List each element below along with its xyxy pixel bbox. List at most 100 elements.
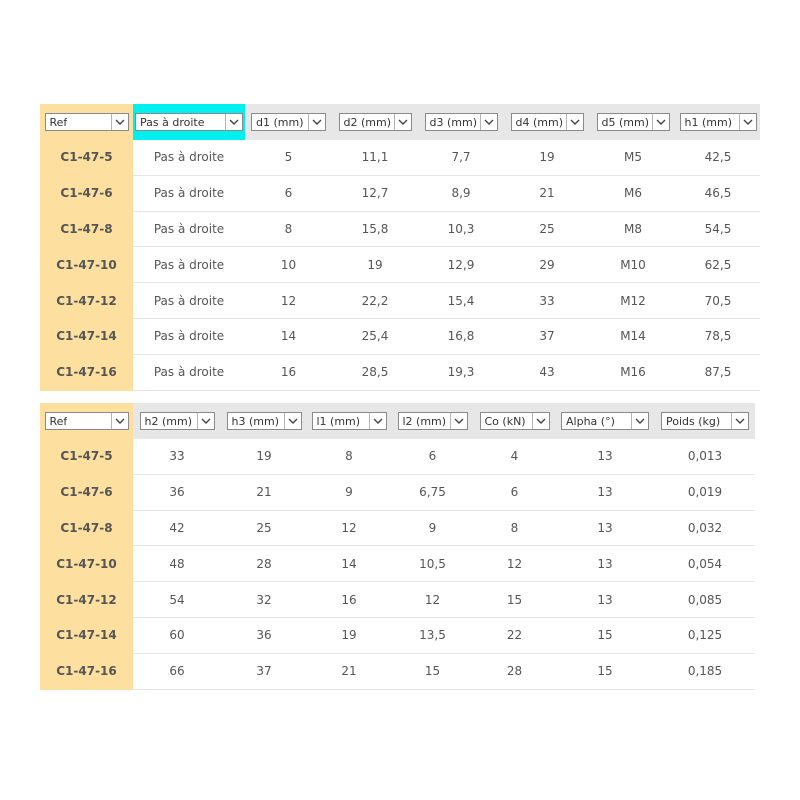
table-cell: 70,5: [704, 293, 732, 308]
column-filter-select[interactable]: Poids (kg): [661, 412, 749, 430]
table-cell: 37: [539, 329, 555, 344]
chevron-down-icon[interactable]: [110, 114, 128, 130]
column-filter-select[interactable]: l1 (mm): [311, 412, 387, 430]
column-filter-select[interactable]: h2 (mm): [139, 412, 215, 430]
header-cell: l1 (mm): [307, 403, 391, 439]
table-cell: M6: [624, 186, 642, 201]
table-cell: 14: [341, 556, 357, 571]
table-cell: Pas à droite: [153, 186, 225, 201]
filter-selected-value: d2 (mm): [343, 115, 392, 129]
filter-selected-value: d4 (mm): [515, 115, 564, 129]
table-cell: Pas à droite: [153, 365, 225, 380]
table-cell: 7,7: [451, 150, 471, 165]
chevron-down-icon[interactable]: [731, 413, 748, 429]
column-filter-select[interactable]: d3 (mm): [424, 113, 498, 131]
chevron-down-icon[interactable]: [565, 114, 583, 130]
column-filter-select[interactable]: l2 (mm): [397, 412, 468, 430]
column-filter-select[interactable]: d5 (mm): [596, 113, 670, 131]
table-cell: 66: [169, 664, 185, 679]
chevron-down-icon[interactable]: [308, 114, 325, 130]
table-cell: 12: [506, 556, 523, 571]
table-cell: 15: [597, 664, 613, 679]
chevron-down-icon[interactable]: [196, 413, 214, 429]
table-row: C1-47-16 66 37 21 15 28 15 0,185: [40, 653, 755, 690]
table-cell: 87,5: [704, 365, 732, 380]
header-cell: h2 (mm): [133, 403, 221, 439]
table-cell: 12: [280, 293, 297, 308]
table-row: C1-47-12 54 32 16 12 15 13 0,085: [40, 582, 755, 618]
ref-cell: C1-47-16: [40, 653, 133, 690]
table-cell: 16: [341, 592, 357, 607]
chevron-down-icon[interactable]: [283, 413, 301, 429]
table-cell: 46,5: [704, 186, 732, 201]
table-cell: 16,8: [447, 329, 475, 344]
table-cell: 13,5: [419, 628, 446, 643]
chevron-down-icon[interactable]: [393, 114, 411, 130]
table-cell: 0,085: [687, 592, 723, 607]
table-cell: 8: [345, 449, 353, 464]
table-cell: 13: [597, 485, 613, 500]
table-cell: M14: [620, 329, 646, 344]
header-cell: d3 (mm): [418, 104, 504, 140]
column-filter-select[interactable]: h3 (mm): [226, 412, 302, 430]
chevron-down-icon[interactable]: [368, 413, 386, 429]
table-cell: 29: [539, 257, 555, 272]
table-cell: 0,185: [687, 664, 723, 679]
chevron-down-icon[interactable]: [651, 114, 669, 130]
ref-cell: C1-47-14: [40, 318, 133, 355]
table-cell: 36: [256, 628, 272, 643]
column-filter-select[interactable]: d4 (mm): [510, 113, 584, 131]
chevron-down-icon[interactable]: [449, 413, 467, 429]
ref-cell: C1-47-5: [40, 140, 133, 176]
column-filter-select[interactable]: Alpha (°): [561, 412, 649, 430]
chevron-down-icon[interactable]: [531, 413, 549, 429]
table-cell: 6: [510, 485, 519, 500]
table-cell: 12: [341, 520, 357, 535]
column-filter-select[interactable]: d1 (mm): [251, 113, 326, 131]
chevron-down-icon[interactable]: [225, 114, 242, 130]
table-cell: 15,8: [361, 221, 389, 236]
chevron-down-icon[interactable]: [110, 413, 128, 429]
table-cell: Pas à droite: [153, 329, 225, 344]
header-cell: Co (kN): [474, 403, 555, 439]
column-filter-select[interactable]: Ref: [44, 412, 129, 430]
table-cell: 6: [284, 186, 293, 201]
column-filter-select[interactable]: Ref: [44, 113, 129, 131]
filter-selected-value: d1 (mm): [256, 115, 304, 129]
chevron-down-icon[interactable]: [738, 114, 756, 130]
column-filter-select[interactable]: Co (kN): [479, 412, 550, 430]
header-cell: Pas à droite: [133, 104, 245, 140]
ref-cell: C1-47-12: [40, 283, 133, 319]
column-filter-select[interactable]: d2 (mm): [338, 113, 412, 131]
ref-cell: C1-47-10: [40, 247, 133, 284]
table-cell: 4: [510, 449, 519, 464]
table-row: C1-47-8 42 25 12 9 8 13 0,032: [40, 510, 755, 547]
header-cell: d4 (mm): [504, 104, 590, 140]
chevron-down-icon[interactable]: [631, 413, 648, 429]
table-cell: M16: [620, 365, 646, 380]
table-cell: 10,5: [419, 556, 446, 571]
filter-selected-value: d5 (mm): [601, 115, 650, 129]
table-cell: 13: [597, 592, 613, 607]
filter-selected-value: Poids (kg): [666, 414, 721, 428]
table-cell: 19: [341, 628, 357, 643]
table-cell: 78,5: [704, 329, 732, 344]
table-cell: 33: [169, 449, 185, 464]
table-cell: Pas à droite: [153, 221, 225, 236]
filter-selected-value: Alpha (°): [566, 414, 615, 428]
table-cell: 8: [284, 221, 293, 236]
chevron-down-icon[interactable]: [479, 114, 497, 130]
column-filter-select[interactable]: h1 (mm): [679, 113, 757, 131]
table-cell: Pas à droite: [153, 257, 225, 272]
spec-table-1: Ref Pas à droite d1 (mm) d2 (mm) d3 (mm) d4 (…: [40, 104, 760, 391]
table-cell: 6: [428, 449, 437, 464]
table-cell: 15: [597, 628, 613, 643]
table-cell: 0,125: [687, 628, 723, 643]
table-cell: 10: [280, 257, 297, 272]
table-row: C1-47-14 60 36 19 13,5 22 15 0,125: [40, 617, 755, 654]
column-filter-select[interactable]: Pas à droite: [135, 113, 243, 131]
table-row: C1-47-10 48 28 14 10,5 12 13 0,054: [40, 546, 755, 583]
table-cell: 9: [428, 520, 437, 535]
table-cell: 8: [510, 520, 519, 535]
table-cell: 12,7: [361, 186, 389, 201]
